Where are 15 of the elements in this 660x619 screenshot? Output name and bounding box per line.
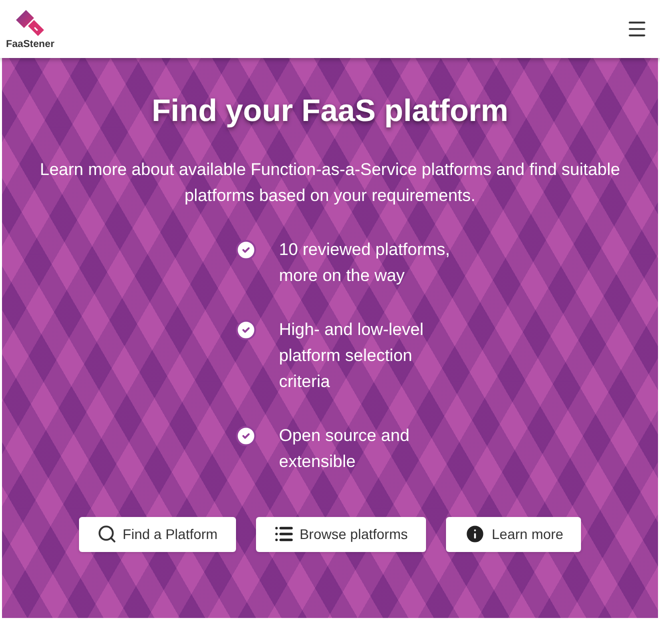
info-icon xyxy=(464,523,486,545)
action-button[interactable]: Find a Platform xyxy=(78,516,236,552)
list-icon xyxy=(274,524,294,544)
hero-subtitle: Learn more about available Function-as-a-Service platforms and find suitable platforms based on your requirements. xyxy=(38,158,622,206)
feature-text: High- and low-level platform selection criteria xyxy=(279,318,424,392)
check-circle-icon xyxy=(235,238,257,260)
hero-title: Find your FaaS platform xyxy=(152,92,508,130)
logo-text: FaaStener xyxy=(6,40,54,50)
feature-text: Open source and extensible xyxy=(279,424,410,472)
check-circle-icon xyxy=(235,424,257,446)
search-icon xyxy=(96,524,117,544)
action-button[interactable]: Learn more xyxy=(446,516,582,552)
check-circle-icon xyxy=(235,318,257,340)
feature-text: 10 reviewed platforms, more on the way xyxy=(279,238,450,286)
action-button[interactable]: Browse platforms xyxy=(256,516,426,552)
